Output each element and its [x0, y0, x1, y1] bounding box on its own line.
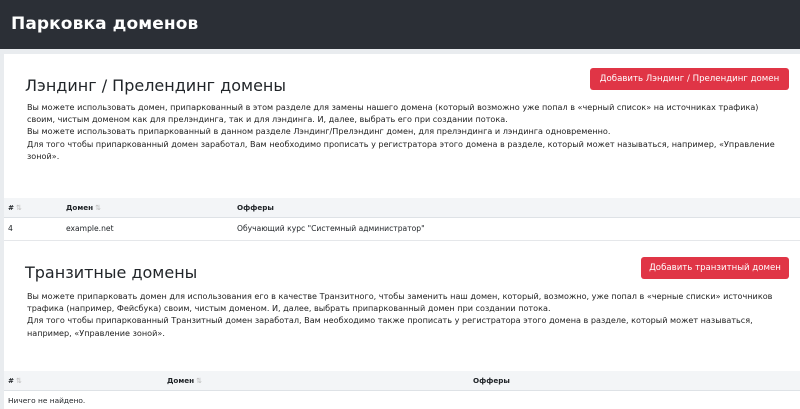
landing-description: Вы можете использовать домен, припаркова…	[27, 101, 779, 162]
sort-arrows-icon: ⇅	[196, 375, 203, 385]
cell-id: 4	[4, 217, 62, 241]
landing-paragraph-3: Для того чтобы припаркованный домен зара…	[27, 138, 775, 161]
column-header-domain[interactable]: Домен ⇅	[163, 371, 469, 391]
sort-arrows-icon: ⇅	[95, 202, 102, 212]
transit-paragraph-1: Вы можете припарковать домен для использ…	[27, 291, 773, 314]
transit-section-title: Транзитные домены	[25, 263, 198, 282]
add-landing-domain-button[interactable]: Добавить Лэндинг / Прелендинг домен	[590, 68, 789, 90]
transit-paragraph-2: Для того чтобы припаркованный Транзитный…	[27, 315, 753, 338]
column-header-id[interactable]: # ⇅	[4, 371, 163, 391]
table-header-row: # ⇅ Домен ⇅ Офферы	[4, 198, 800, 218]
landing-paragraph-2: Вы можете использовать припаркованный в …	[27, 126, 611, 137]
empty-table-message: Ничего не найдено.	[8, 396, 86, 405]
transit-description: Вы можете припарковать домен для использ…	[27, 290, 779, 339]
sort-arrows-icon: ⇅	[16, 375, 23, 385]
sort-arrows-icon: ⇅	[16, 202, 23, 212]
column-header-offers[interactable]: Офферы	[233, 198, 800, 218]
landing-paragraph-1: Вы можете использовать домен, припаркова…	[27, 102, 759, 125]
top-header: Парковка доменов	[0, 0, 800, 49]
table-row: Ничего не найдено.	[4, 390, 800, 408]
transit-domains-table: # ⇅ Домен ⇅ Офферы Ничего не найдено.	[4, 371, 800, 408]
table-row[interactable]: 4 example.net Обучающий курс "Системный …	[4, 217, 800, 241]
column-header-id[interactable]: # ⇅	[4, 198, 62, 218]
page-title: Парковка доменов	[11, 14, 199, 34]
cell-domain: example.net	[62, 217, 233, 241]
column-header-offers[interactable]: Офферы	[469, 371, 800, 391]
cell-offers: Обучающий курс "Системный администратор"	[233, 217, 800, 241]
landing-section-title: Лэндинг / Прелендинг домены	[25, 76, 286, 95]
add-transit-domain-button[interactable]: Добавить транзитный домен	[641, 257, 789, 279]
table-header-row: # ⇅ Домен ⇅ Офферы	[4, 371, 800, 391]
landing-domains-table: # ⇅ Домен ⇅ Офферы 4 example.net Обучающий…	[4, 198, 800, 241]
column-header-domain[interactable]: Домен ⇅	[62, 198, 233, 218]
